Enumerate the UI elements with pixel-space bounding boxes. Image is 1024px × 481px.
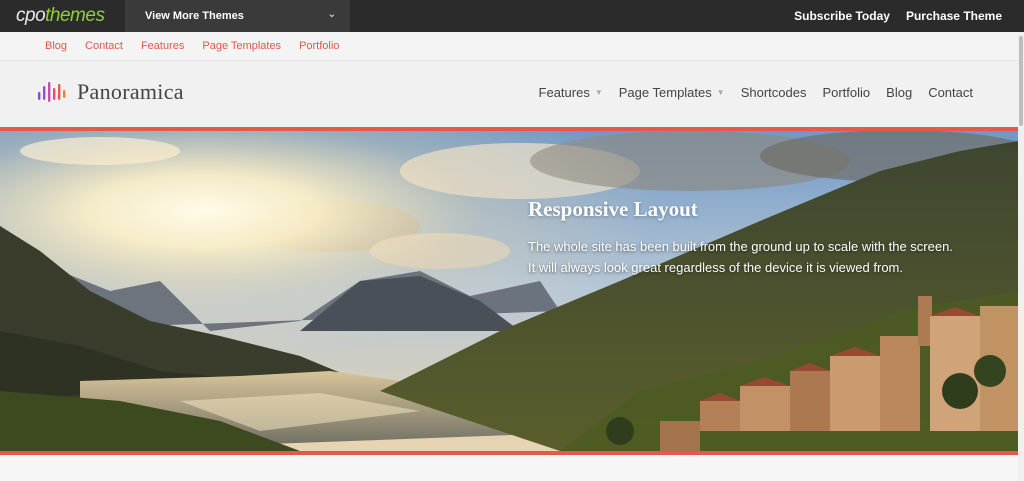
subnav-page-templates[interactable]: Page Templates xyxy=(202,40,281,52)
hero-slider[interactable]: Responsive Layout The whole site has bee… xyxy=(0,131,1018,451)
hero-title: Responsive Layout xyxy=(528,197,698,221)
brand-text-cpo: cpo xyxy=(16,5,46,26)
nav-label: Portfolio xyxy=(822,85,871,100)
caret-down-icon: ▼ xyxy=(716,88,725,97)
subnav-features[interactable]: Features xyxy=(141,40,184,52)
top-actions: Subscribe Today Purchase Theme xyxy=(794,0,1002,32)
content-area xyxy=(0,455,1018,481)
top-bar: cpo themes View More Themes ⌄ Subscribe T… xyxy=(0,0,1024,32)
hero-description: The whole site has been built from the g… xyxy=(528,239,953,275)
landscape-image xyxy=(0,131,1018,451)
theme-selector-label: View More Themes xyxy=(145,10,244,22)
nav-features[interactable]: Features ▼ xyxy=(539,85,603,100)
nav-page-templates[interactable]: Page Templates ▼ xyxy=(619,85,725,100)
main-nav: Features ▼ Page Templates ▼ Shortcodes P… xyxy=(539,85,973,100)
scrollbar-thumb[interactable] xyxy=(1019,36,1023,126)
subscribe-link[interactable]: Subscribe Today xyxy=(794,9,890,23)
caret-down-icon: ▼ xyxy=(594,88,603,97)
cpothemes-logo[interactable]: cpo themes xyxy=(0,0,125,32)
nav-contact[interactable]: Contact xyxy=(928,85,973,100)
subnav-portfolio[interactable]: Portfolio xyxy=(299,40,339,52)
site-name: Panoramica xyxy=(77,79,184,104)
nav-label: Contact xyxy=(928,85,973,100)
nav-shortcodes[interactable]: Shortcodes xyxy=(741,85,807,100)
subnav-blog[interactable]: Blog xyxy=(45,40,67,52)
nav-blog[interactable]: Blog xyxy=(886,85,912,100)
site-header: Panoramica Features ▼ Page Templates ▼ S… xyxy=(0,61,1018,127)
brand-text-themes: themes xyxy=(45,5,105,26)
nav-portfolio[interactable]: Portfolio xyxy=(822,85,870,100)
subnav-contact[interactable]: Contact xyxy=(85,40,123,52)
theme-selector[interactable]: View More Themes ⌄ xyxy=(125,0,350,32)
nav-label: Features xyxy=(538,85,590,100)
nav-label: Shortcodes xyxy=(740,85,807,100)
page-scrollbar[interactable] xyxy=(1018,32,1024,481)
nav-label: Blog xyxy=(886,85,913,100)
nav-label: Page Templates xyxy=(618,85,712,100)
equalizer-bars-logo-icon xyxy=(38,82,66,102)
secondary-nav: Blog Contact Features Page Templates Por… xyxy=(0,32,1018,61)
site-logo[interactable]: Panoramica xyxy=(37,79,184,105)
chevron-down-icon: ⌄ xyxy=(327,9,336,20)
hero-caption: Responsive Layout The whole site has bee… xyxy=(528,197,958,278)
purchase-theme-link[interactable]: Purchase Theme xyxy=(906,9,1002,23)
